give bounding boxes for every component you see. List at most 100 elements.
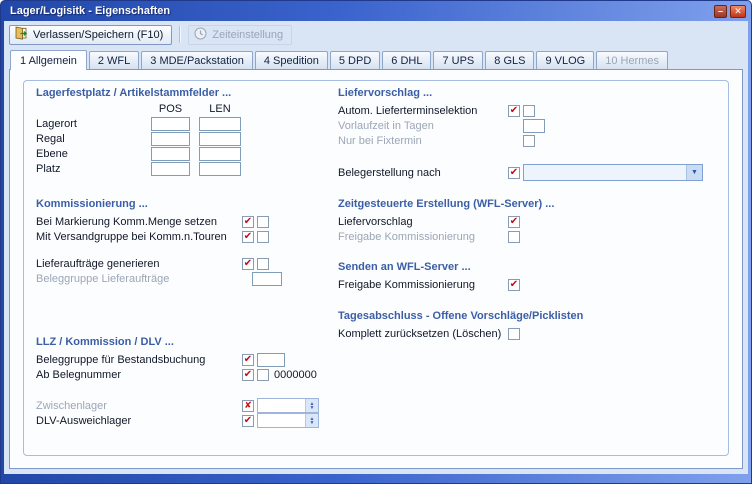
- reset-label: Komplett zurücksetzen (Löschen): [338, 328, 508, 340]
- regal-row: Regal: [36, 131, 338, 146]
- close-button[interactable]: ✕: [730, 5, 746, 18]
- dlv-ausweichlager-spinner[interactable]: ▲ ▼: [305, 414, 318, 427]
- regal-len-input[interactable]: [199, 132, 241, 146]
- dlv-ausweichlager-row: DLV-Ausweichlager ✔ ▲ ▼: [36, 413, 338, 428]
- time-settings-button[interactable]: Zeiteinstellung: [188, 25, 292, 45]
- clock-icon: [193, 26, 208, 44]
- bestandsbuchung-input[interactable]: [257, 353, 285, 367]
- fixtermin-checkbox[interactable]: [523, 135, 535, 147]
- belegerstellung-dropdown[interactable]: ▼: [523, 164, 703, 181]
- tab-dpd[interactable]: 5 DPD: [330, 51, 380, 69]
- belegerstellung-checkbox-checked[interactable]: ✔: [508, 167, 520, 179]
- markierung-checkbox-2[interactable]: [257, 216, 269, 228]
- versandgruppe-checkbox-2[interactable]: [257, 231, 269, 243]
- right-column: Liefervorschlag ... Autom. Liefertermins…: [338, 87, 716, 449]
- autoselektion-checkbox-2[interactable]: [523, 105, 535, 117]
- markierung-checkbox-checked[interactable]: ✔: [242, 216, 254, 228]
- lieferauftraege-label: Lieferaufträge generieren: [36, 258, 242, 270]
- lagerort-row: Lagerort: [36, 116, 338, 131]
- window-title: Lager/Logisitk - Eigenschaften: [10, 5, 711, 17]
- dlv-ausweichlager-combo[interactable]: ▲ ▼: [257, 413, 319, 428]
- timed-liefervorschlag-checkbox-checked[interactable]: ✔: [508, 216, 520, 228]
- tab-page-allgemein: Lagerfestplatz / Artikelstammfelder ... …: [9, 69, 743, 469]
- autoselektion-checkbox-checked[interactable]: ✔: [508, 105, 520, 117]
- exit-door-icon: [14, 26, 29, 44]
- timed-freigabe-label: Freigabe Kommissionierung: [338, 231, 508, 243]
- zwischenlager-checkbox-crossed[interactable]: ✘: [242, 400, 254, 412]
- zwischenlager-label: Zwischenlager: [36, 400, 242, 412]
- versandgruppe-label: Mit Versandgruppe bei Komm.n.Touren: [36, 231, 242, 243]
- tab-wfl[interactable]: 2 WFL: [89, 51, 139, 69]
- ebene-row: Ebene: [36, 146, 338, 161]
- zwischenlager-spinner[interactable]: ▲ ▼: [305, 399, 318, 412]
- section-heading-zeitgesteuert: Zeitgesteuerte Erstellung (WFL-Server) .…: [338, 198, 716, 210]
- section-heading-llz: LLZ / Kommission / DLV ...: [36, 336, 338, 348]
- minimize-button[interactable]: –: [714, 5, 727, 18]
- markierung-row: Bei Markierung Komm.Menge setzen ✔: [36, 214, 338, 229]
- pos-len-header: POS LEN: [36, 103, 338, 116]
- beleggruppe-lieferauftraege-input[interactable]: [252, 272, 282, 286]
- tab-spedition[interactable]: 4 Spedition: [255, 51, 328, 69]
- belegerstellung-dropdown-value: [524, 165, 686, 180]
- toolbar-separator: [179, 26, 181, 43]
- tab-gls[interactable]: 8 GLS: [485, 51, 534, 69]
- regal-pos-input[interactable]: [151, 132, 190, 146]
- section-heading-senden: Senden an WFL-Server ...: [338, 261, 716, 273]
- bestandsbuchung-checkbox-checked[interactable]: ✔: [242, 354, 254, 366]
- reset-row: Komplett zurücksetzen (Löschen): [338, 326, 716, 341]
- left-column: Lagerfestplatz / Artikelstammfelder ... …: [36, 87, 338, 449]
- lagerort-label: Lagerort: [36, 118, 151, 130]
- reset-checkbox[interactable]: [508, 328, 520, 340]
- len-column-header: LEN: [199, 103, 241, 116]
- timed-freigabe-row: Freigabe Kommissionierung: [338, 229, 716, 244]
- vorlaufzeit-input[interactable]: [523, 119, 545, 133]
- platz-pos-input[interactable]: [151, 162, 190, 176]
- lagerort-len-input[interactable]: [199, 117, 241, 131]
- send-freigabe-label: Freigabe Kommissionierung: [338, 279, 508, 291]
- tab-mde-packstation[interactable]: 3 MDE/Packstation: [141, 51, 253, 69]
- tab-hermes[interactable]: 10 Hermes: [596, 51, 668, 69]
- section-heading-tagesabschluss: Tagesabschluss - Offene Vorschläge/Pickl…: [338, 310, 716, 322]
- lieferauftraege-row: Lieferaufträge generieren ✔: [36, 256, 338, 271]
- section-heading-liefervorschlag: Liefervorschlag ...: [338, 87, 716, 99]
- section-heading-lagerfestplatz: Lagerfestplatz / Artikelstammfelder ...: [36, 87, 338, 99]
- save-exit-label: Verlassen/Speichern (F10): [33, 29, 163, 41]
- send-freigabe-checkbox-checked[interactable]: ✔: [508, 279, 520, 291]
- save-exit-button[interactable]: Verlassen/Speichern (F10): [9, 25, 172, 45]
- toolbar: Verlassen/Speichern (F10) Zeiteinstellun…: [4, 21, 748, 47]
- vorlaufzeit-label: Vorlaufzeit in Tagen: [338, 120, 508, 132]
- lieferauftraege-checkbox-2[interactable]: [257, 258, 269, 270]
- fixtermin-row: Nur bei Fixtermin: [338, 133, 716, 148]
- tab-bar: 1 Allgemein 2 WFL 3 MDE/Packstation 4 Sp…: [4, 47, 748, 69]
- versandgruppe-checkbox-checked[interactable]: ✔: [242, 231, 254, 243]
- send-freigabe-row: Freigabe Kommissionierung ✔: [338, 277, 716, 292]
- platz-len-input[interactable]: [199, 162, 241, 176]
- autoselektion-label: Autom. Lieferterminselektion: [338, 105, 508, 117]
- platz-row: Platz: [36, 161, 338, 176]
- dlv-ausweichlager-checkbox-checked[interactable]: ✔: [242, 415, 254, 427]
- belegnummer-checkbox-checked[interactable]: ✔: [242, 369, 254, 381]
- zwischenlager-row: Zwischenlager ✘ ▲ ▼: [36, 398, 338, 413]
- tab-ups[interactable]: 7 UPS: [433, 51, 483, 69]
- belegerstellung-label: Belegerstellung nach: [338, 167, 508, 179]
- belegnummer-checkbox-2[interactable]: [257, 369, 269, 381]
- belegnummer-label: Ab Belegnummer: [36, 369, 242, 381]
- ebene-pos-input[interactable]: [151, 147, 190, 161]
- spin-down-icon: ▼: [310, 421, 315, 425]
- bestandsbuchung-row: Beleggruppe für Bestandsbuchung ✔: [36, 352, 338, 367]
- timed-freigabe-checkbox[interactable]: [508, 231, 520, 243]
- timed-liefervorschlag-row: Liefervorschlag ✔: [338, 214, 716, 229]
- app-window: Lager/Logisitk - Eigenschaften – ✕ Verla…: [0, 0, 752, 484]
- tab-allgemein[interactable]: 1 Allgemein: [10, 50, 87, 70]
- timed-liefervorschlag-label: Liefervorschlag: [338, 216, 508, 228]
- tab-dhl[interactable]: 6 DHL: [382, 51, 431, 69]
- platz-label: Platz: [36, 163, 151, 175]
- lieferauftraege-checkbox-checked[interactable]: ✔: [242, 258, 254, 270]
- dropdown-arrow-icon[interactable]: ▼: [686, 165, 702, 180]
- beleggruppe-lieferauftraege-row: Beleggruppe Lieferaufträge: [36, 271, 338, 286]
- zwischenlager-combo[interactable]: ▲ ▼: [257, 398, 319, 413]
- lagerort-pos-input[interactable]: [151, 117, 190, 131]
- window-body: Verlassen/Speichern (F10) Zeiteinstellun…: [4, 21, 748, 474]
- ebene-len-input[interactable]: [199, 147, 241, 161]
- tab-vlog[interactable]: 9 VLOG: [536, 51, 594, 69]
